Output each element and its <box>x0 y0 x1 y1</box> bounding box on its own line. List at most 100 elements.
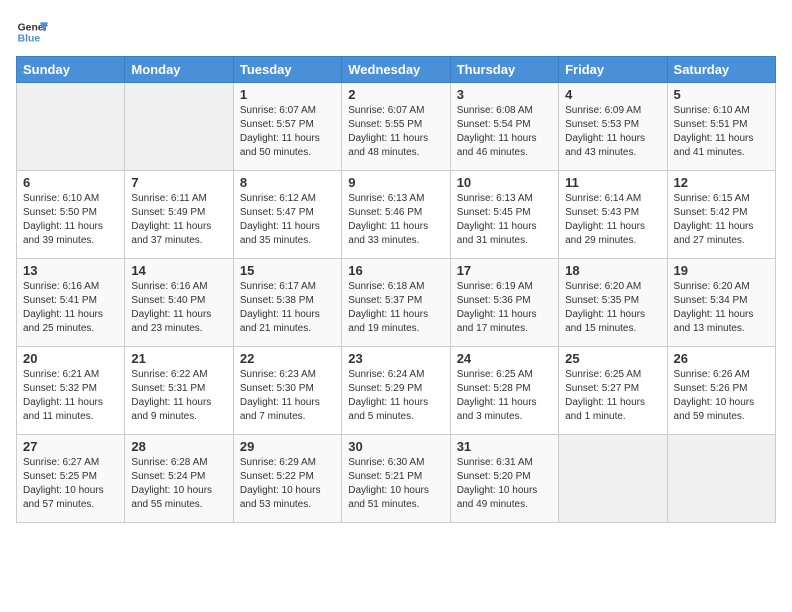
day-number: 5 <box>674 87 769 102</box>
day-detail: Sunrise: 6:18 AM Sunset: 5:37 PM Dayligh… <box>348 280 443 336</box>
calendar-table: SundayMondayTuesdayWednesdayThursdayFrid… <box>16 56 776 523</box>
calendar-cell: 19Sunrise: 6:20 AM Sunset: 5:34 PM Dayli… <box>667 259 775 347</box>
calendar-cell: 13 Sunrise: 6:16 AM Sunset: 5:41 PM Dayli… <box>17 259 125 347</box>
calendar-cell <box>125 83 233 171</box>
day-detail: Sunrise: 6:11 AM Sunset: 5:49 PM Dayligh… <box>131 192 226 248</box>
calendar-cell: 23 Sunrise: 6:24 AM Sunset: 5:29 PM Dayli… <box>342 347 450 435</box>
day-detail: Sunrise: 6:23 AM Sunset: 5:30 PM Dayligh… <box>240 368 335 424</box>
day-number: 8 <box>240 175 335 190</box>
calendar-cell: 29Sunrise: 6:29 AM Sunset: 5:22 PM Dayli… <box>233 435 341 523</box>
calendar-week-row: 6Sunrise: 6:10 AM Sunset: 5:50 PM Daylig… <box>17 171 776 259</box>
calendar-cell: 11 Sunrise: 6:14 AM Sunset: 5:43 PM Dayli… <box>559 171 667 259</box>
logo-icon: General Blue <box>16 16 48 48</box>
calendar-cell: 16 Sunrise: 6:18 AM Sunset: 5:37 PM Dayli… <box>342 259 450 347</box>
day-detail: Sunrise: 6:28 AM Sunset: 5:24 PM Dayligh… <box>131 456 226 512</box>
calendar-cell: 1 Sunrise: 6:07 AM Sunset: 5:57 PM Daylig… <box>233 83 341 171</box>
day-number: 19 <box>674 263 769 278</box>
weekday-header: Friday <box>559 57 667 83</box>
calendar-cell: 10 Sunrise: 6:13 AM Sunset: 5:45 PM Dayli… <box>450 171 558 259</box>
day-number: 3 <box>457 87 552 102</box>
day-number: 27 <box>23 439 118 454</box>
calendar-cell: 30 Sunrise: 6:30 AM Sunset: 5:21 PM Dayli… <box>342 435 450 523</box>
day-detail: Sunrise: 6:21 AM Sunset: 5:32 PM Dayligh… <box>23 368 118 424</box>
calendar-week-row: 27 Sunrise: 6:27 AM Sunset: 5:25 PM Dayli… <box>17 435 776 523</box>
day-detail: Sunrise: 6:14 AM Sunset: 5:43 PM Dayligh… <box>565 192 660 248</box>
day-number: 25 <box>565 351 660 366</box>
weekday-header: Monday <box>125 57 233 83</box>
calendar-cell: 26 Sunrise: 6:26 AM Sunset: 5:26 PM Dayli… <box>667 347 775 435</box>
calendar-cell: 5 Sunrise: 6:10 AM Sunset: 5:51 PM Daylig… <box>667 83 775 171</box>
day-number: 1 <box>240 87 335 102</box>
day-detail: Sunrise: 6:22 AM Sunset: 5:31 PM Dayligh… <box>131 368 226 424</box>
day-number: 28 <box>131 439 226 454</box>
day-detail: Sunrise: 6:16 AM Sunset: 5:40 PM Dayligh… <box>131 280 226 336</box>
calendar-cell: 27 Sunrise: 6:27 AM Sunset: 5:25 PM Dayli… <box>17 435 125 523</box>
weekday-header: Saturday <box>667 57 775 83</box>
logo: General Blue <box>16 16 48 48</box>
weekday-header: Sunday <box>17 57 125 83</box>
day-detail: Sunrise: 6:16 AM Sunset: 5:41 PM Dayligh… <box>23 280 118 336</box>
day-detail: Sunrise: 6:15 AM Sunset: 5:42 PM Dayligh… <box>674 192 769 248</box>
day-detail: Sunrise: 6:07 AM Sunset: 5:55 PM Dayligh… <box>348 104 443 160</box>
calendar-cell: 8 Sunrise: 6:12 AM Sunset: 5:47 PM Daylig… <box>233 171 341 259</box>
day-detail: Sunrise: 6:20 AM Sunset: 5:35 PM Dayligh… <box>565 280 660 336</box>
calendar-cell: 24 Sunrise: 6:25 AM Sunset: 5:28 PM Dayli… <box>450 347 558 435</box>
calendar-cell: 15 Sunrise: 6:17 AM Sunset: 5:38 PM Dayli… <box>233 259 341 347</box>
day-detail: Sunrise: 6:25 AM Sunset: 5:28 PM Dayligh… <box>457 368 552 424</box>
day-detail: Sunrise: 6:12 AM Sunset: 5:47 PM Dayligh… <box>240 192 335 248</box>
day-detail: Sunrise: 6:24 AM Sunset: 5:29 PM Dayligh… <box>348 368 443 424</box>
weekday-header: Thursday <box>450 57 558 83</box>
calendar-header-row: SundayMondayTuesdayWednesdayThursdayFrid… <box>17 57 776 83</box>
day-number: 2 <box>348 87 443 102</box>
day-detail: Sunrise: 6:10 AM Sunset: 5:51 PM Dayligh… <box>674 104 769 160</box>
calendar-cell: 12 Sunrise: 6:15 AM Sunset: 5:42 PM Dayli… <box>667 171 775 259</box>
calendar-cell: 17Sunrise: 6:19 AM Sunset: 5:36 PM Dayli… <box>450 259 558 347</box>
calendar-cell: 20Sunrise: 6:21 AM Sunset: 5:32 PM Dayli… <box>17 347 125 435</box>
day-detail: Sunrise: 6:27 AM Sunset: 5:25 PM Dayligh… <box>23 456 118 512</box>
calendar-cell <box>667 435 775 523</box>
day-detail: Sunrise: 6:25 AM Sunset: 5:27 PM Dayligh… <box>565 368 660 424</box>
day-detail: Sunrise: 6:30 AM Sunset: 5:21 PM Dayligh… <box>348 456 443 512</box>
day-detail: Sunrise: 6:13 AM Sunset: 5:46 PM Dayligh… <box>348 192 443 248</box>
calendar-cell: 28 Sunrise: 6:28 AM Sunset: 5:24 PM Dayli… <box>125 435 233 523</box>
day-number: 10 <box>457 175 552 190</box>
day-number: 23 <box>348 351 443 366</box>
day-detail: Sunrise: 6:07 AM Sunset: 5:57 PM Dayligh… <box>240 104 335 160</box>
day-detail: Sunrise: 6:26 AM Sunset: 5:26 PM Dayligh… <box>674 368 769 424</box>
day-detail: Sunrise: 6:08 AM Sunset: 5:54 PM Dayligh… <box>457 104 552 160</box>
calendar-cell <box>559 435 667 523</box>
page-header: General Blue <box>16 16 776 48</box>
day-number: 17 <box>457 263 552 278</box>
day-number: 26 <box>674 351 769 366</box>
day-number: 24 <box>457 351 552 366</box>
day-number: 21 <box>131 351 226 366</box>
calendar-cell: 22Sunrise: 6:23 AM Sunset: 5:30 PM Dayli… <box>233 347 341 435</box>
day-detail: Sunrise: 6:09 AM Sunset: 5:53 PM Dayligh… <box>565 104 660 160</box>
day-number: 12 <box>674 175 769 190</box>
day-number: 31 <box>457 439 552 454</box>
calendar-cell: 7Sunrise: 6:11 AM Sunset: 5:49 PM Daylig… <box>125 171 233 259</box>
svg-text:Blue: Blue <box>18 34 41 45</box>
day-number: 16 <box>348 263 443 278</box>
calendar-cell: 9 Sunrise: 6:13 AM Sunset: 5:46 PM Daylig… <box>342 171 450 259</box>
day-number: 15 <box>240 263 335 278</box>
day-number: 6 <box>23 175 118 190</box>
calendar-cell: 31Sunrise: 6:31 AM Sunset: 5:20 PM Dayli… <box>450 435 558 523</box>
calendar-cell: 21 Sunrise: 6:22 AM Sunset: 5:31 PM Dayli… <box>125 347 233 435</box>
calendar-cell: 2 Sunrise: 6:07 AM Sunset: 5:55 PM Daylig… <box>342 83 450 171</box>
calendar-cell: 4Sunrise: 6:09 AM Sunset: 5:53 PM Daylig… <box>559 83 667 171</box>
day-number: 14 <box>131 263 226 278</box>
day-number: 30 <box>348 439 443 454</box>
calendar-cell <box>17 83 125 171</box>
day-number: 11 <box>565 175 660 190</box>
weekday-header: Wednesday <box>342 57 450 83</box>
day-number: 13 <box>23 263 118 278</box>
day-detail: Sunrise: 6:13 AM Sunset: 5:45 PM Dayligh… <box>457 192 552 248</box>
calendar-cell: 25 Sunrise: 6:25 AM Sunset: 5:27 PM Dayli… <box>559 347 667 435</box>
calendar-week-row: 1 Sunrise: 6:07 AM Sunset: 5:57 PM Daylig… <box>17 83 776 171</box>
day-detail: Sunrise: 6:17 AM Sunset: 5:38 PM Dayligh… <box>240 280 335 336</box>
weekday-header: Tuesday <box>233 57 341 83</box>
day-number: 18 <box>565 263 660 278</box>
day-number: 29 <box>240 439 335 454</box>
day-number: 9 <box>348 175 443 190</box>
